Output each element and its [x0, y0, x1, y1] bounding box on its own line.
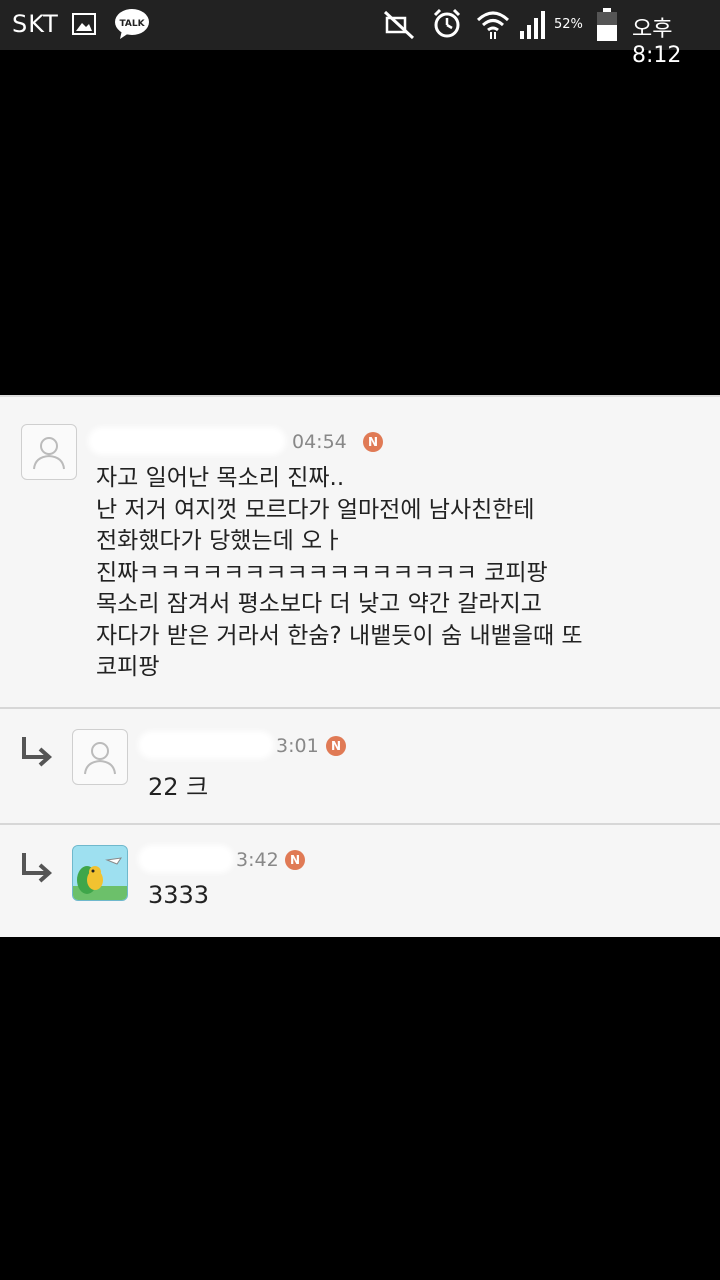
profile-avatar-icon[interactable] — [72, 845, 128, 901]
new-badge: N — [285, 850, 305, 870]
comment-panel: 04:54 N 자고 일어난 목소리 진짜.. 난 저거 여지껏 모르다가 얼마… — [0, 395, 720, 937]
redacted-username — [92, 431, 282, 451]
reply-time: 3:42 — [236, 849, 279, 871]
wifi-icon — [476, 11, 510, 39]
new-badge: N — [363, 432, 383, 452]
reply-arrow-icon — [22, 853, 53, 883]
battery-icon — [597, 8, 617, 41]
image-icon — [72, 13, 96, 35]
alarm-icon — [433, 8, 461, 38]
signal-icon — [520, 11, 545, 39]
reply-arrow-icon — [22, 737, 53, 767]
reply-body: 3333 — [148, 881, 210, 909]
battery-percent: 52% — [554, 17, 583, 32]
comment-time: 04:54 — [292, 431, 347, 453]
default-avatar-icon[interactable] — [21, 424, 77, 480]
carrier-label: SKT — [12, 10, 59, 38]
comment-body: 자고 일어난 목소리 진짜.. 난 저거 여지껏 모르다가 얼마전에 남사친한테… — [96, 465, 583, 680]
reply-item: 3:42 N 3333 — [0, 825, 720, 937]
mute-icon — [383, 10, 415, 40]
default-avatar-icon[interactable] — [72, 729, 128, 785]
redacted-username — [142, 849, 230, 869]
reply-body: 22 크 — [148, 773, 209, 801]
new-badge: N — [326, 736, 346, 756]
reply-item: 3:01 N 22 크 — [0, 709, 720, 823]
status-bar: SKT TALK 52% 오후 8:12 — [0, 0, 720, 68]
kakaotalk-icon: TALK — [115, 9, 149, 39]
kakaotalk-label: TALK — [119, 19, 145, 29]
reply-time: 3:01 — [276, 735, 319, 757]
redacted-username — [142, 735, 270, 755]
comment-item: 04:54 N 자고 일어난 목소리 진짜.. 난 저거 여지껏 모르다가 얼마… — [0, 397, 720, 707]
clock: 오후 8:12 — [632, 17, 682, 68]
